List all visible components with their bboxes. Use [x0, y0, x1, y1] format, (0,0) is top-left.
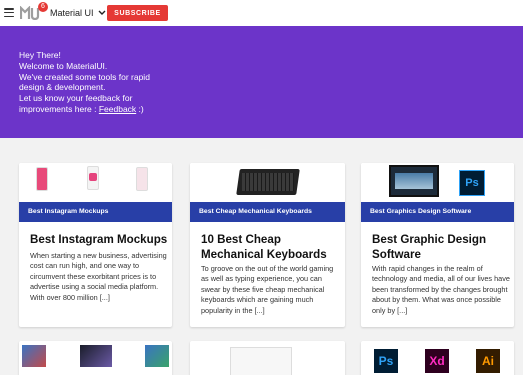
article-card[interactable]: Best Instagram Mockups Best Instagram Mo… [19, 163, 172, 327]
hamburger-icon[interactable] [4, 8, 14, 18]
subscribe-button[interactable]: SUBSCRIBE [107, 5, 168, 21]
brand-dropdown[interactable]: Material UI [50, 8, 106, 18]
card-excerpt: When starting a new business, advertisin… [30, 251, 167, 302]
hero-line: Hey There! [19, 50, 61, 60]
hero-line: Let us know your feedback for [19, 93, 133, 104]
category-label[interactable]: Best Graphics Design Software [361, 202, 514, 222]
article-card[interactable]: Ps Best Graphics Design Software Best Gr… [361, 163, 514, 327]
article-card[interactable]: Best Cheap Mechanical Keyboards 10 Best … [190, 163, 345, 327]
hero-line: design & development. [19, 82, 106, 93]
web-mockup-image [230, 347, 292, 375]
hero-text: Hey There! Welcome to MaterialUI. We've … [19, 50, 150, 115]
hero-line-prefix: improvements here : [19, 103, 99, 114]
feedback-link[interactable]: Feedback [99, 104, 136, 114]
mechanical-keyboard-image [190, 163, 345, 202]
hero-banner: Hey There! Welcome to MaterialUI. We've … [0, 26, 523, 138]
mac-mockups-image [19, 345, 172, 375]
hero-line: improvements here : Feedback :) [19, 104, 150, 115]
chevron-down-icon [98, 10, 106, 15]
hero-line-suffix: :) [136, 103, 144, 114]
hero-line: Welcome to MaterialUI. [19, 60, 108, 71]
card-title[interactable]: Best Instagram Mockups [30, 232, 170, 247]
brand-label: Material UI [50, 8, 94, 18]
top-app-bar: 6 Material UI SUBSCRIBE [0, 0, 523, 26]
category-label[interactable]: Best Instagram Mockups [19, 202, 172, 222]
category-label[interactable]: Best Cheap Mechanical Keyboards [190, 202, 345, 222]
graphics-design-image: Ps [361, 163, 514, 202]
card-title[interactable]: Best Graphic Design Software [372, 232, 512, 262]
ai-app-icon: Ai [476, 349, 500, 373]
hero-line: We've created some tools for rapid [19, 71, 150, 82]
ps-app-icon: Ps [374, 349, 398, 373]
card-excerpt: To groove on the out of the world gaming… [201, 264, 334, 315]
card-excerpt: With rapid changes in the realm of techn… [372, 264, 510, 315]
article-card[interactable] [190, 341, 345, 375]
xd-app-icon: Xd [425, 349, 449, 373]
instagram-mockups-image [19, 163, 172, 202]
article-card[interactable]: Ps Xd Ai [361, 341, 514, 375]
photoshop-icon: Ps [459, 170, 485, 196]
article-card[interactable] [19, 341, 172, 375]
card-title[interactable]: 10 Best Cheap Mechanical Keyboards [201, 232, 339, 262]
notification-badge: 6 [38, 2, 48, 12]
